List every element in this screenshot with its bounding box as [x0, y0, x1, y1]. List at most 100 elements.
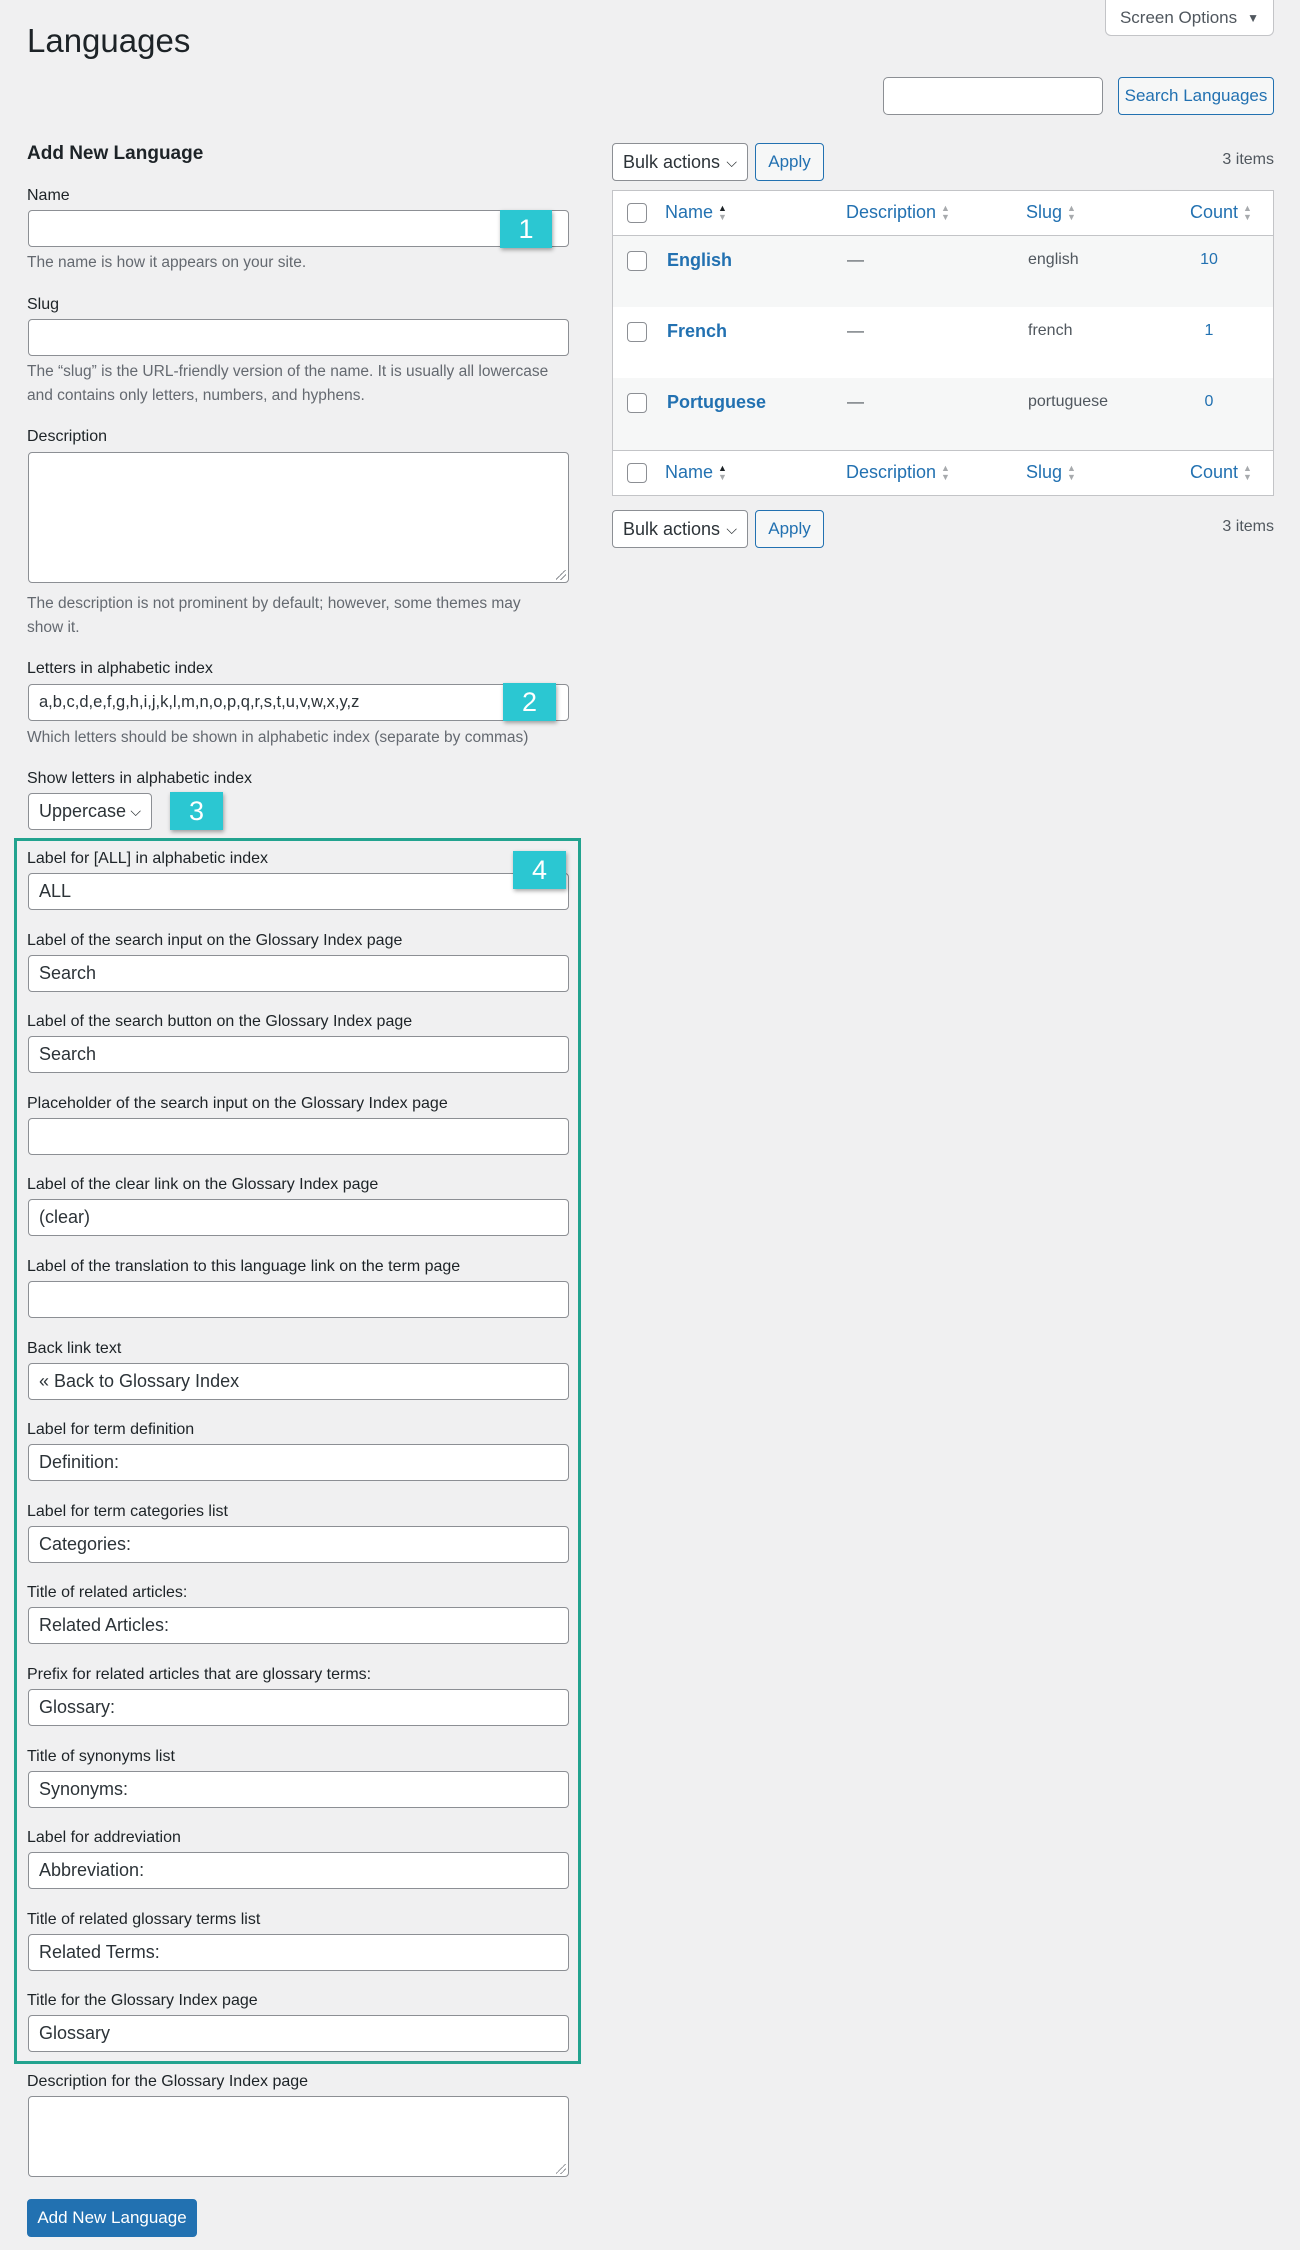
- name-hint: The name is how it appears on your site.: [27, 254, 307, 271]
- slug-hint-line-2: and contains only letters, numbers, and …: [27, 387, 365, 404]
- column-header-slug[interactable]: Slug ▲ ▼: [1026, 202, 1076, 223]
- callout-badge-2: 2: [503, 683, 556, 721]
- letters-label: Letters in alphabetic index: [27, 660, 213, 677]
- slug-field[interactable]: [28, 319, 569, 356]
- apply-button-bottom[interactable]: Apply: [755, 510, 824, 548]
- resize-handle-icon[interactable]: [556, 570, 566, 580]
- glossary-field-input[interactable]: Related Articles:: [28, 1607, 569, 1644]
- resize-handle-icon[interactable]: [556, 2164, 566, 2174]
- search-languages-button[interactable]: Search Languages: [1118, 77, 1274, 115]
- items-count-top: 3 items: [1222, 151, 1274, 168]
- glossary-field-input[interactable]: (clear): [28, 1199, 569, 1236]
- row-checkbox[interactable]: [627, 393, 647, 413]
- name-label: Name: [27, 187, 70, 204]
- form-heading: Add New Language: [27, 143, 204, 164]
- callout-badge-3: 3: [170, 792, 223, 830]
- language-description: —: [847, 392, 864, 411]
- language-slug: portuguese: [1028, 393, 1109, 410]
- glossary-field-input[interactable]: Categories:: [28, 1526, 569, 1563]
- show-letters-label: Show letters in alphabetic index: [27, 770, 253, 787]
- column-name-label: Name: [665, 202, 714, 222]
- glossary-field-label: Label for term categories list: [27, 1503, 228, 1520]
- glossary-field-label: Label of the translation to this languag…: [27, 1258, 461, 1275]
- slug-label: Slug: [27, 296, 60, 313]
- glossary-field-input[interactable]: Definition:: [28, 1444, 569, 1481]
- glossary-field-input[interactable]: « Back to Glossary Index: [28, 1363, 569, 1400]
- glossary-field-label: Label for term definition: [27, 1421, 195, 1438]
- chevron-down-icon: ⌵: [130, 803, 141, 819]
- glossary-field-input[interactable]: [28, 1281, 569, 1318]
- column-footer-name[interactable]: Name ▲ ▼: [665, 462, 727, 483]
- index-description-textarea[interactable]: [28, 2096, 569, 2177]
- table-header: Name ▲ ▼ Description ▲ ▼ Slug ▲ ▼ Count ▲ ▼: [613, 191, 1273, 236]
- description-label: Description: [27, 428, 108, 445]
- table-row: English — english 10: [613, 236, 1273, 307]
- glossary-field-label: Prefix for related articles that are glo…: [27, 1666, 372, 1683]
- glossary-field-input[interactable]: Abbreviation:: [28, 1852, 569, 1889]
- column-footer-slug[interactable]: Slug ▲ ▼: [1026, 462, 1076, 483]
- column-count-label: Count: [1190, 462, 1239, 482]
- language-description: —: [847, 321, 864, 340]
- language-count-link[interactable]: 10: [1173, 251, 1245, 269]
- glossary-field-label: Title of synonyms list: [27, 1748, 175, 1765]
- apply-button-top[interactable]: Apply: [755, 143, 824, 181]
- glossary-field-input[interactable]: Search: [28, 1036, 569, 1073]
- glossary-field-label: Placeholder of the search input on the G…: [27, 1095, 448, 1112]
- column-header-name[interactable]: Name ▲ ▼: [665, 202, 727, 223]
- show-letters-select[interactable]: Uppercase ⌵: [28, 793, 152, 830]
- column-footer-count[interactable]: Count ▲ ▼: [1190, 462, 1252, 483]
- column-header-count[interactable]: Count ▲ ▼: [1190, 202, 1252, 223]
- sort-asc-icon: ▲ ▼: [718, 462, 727, 482]
- screen-options-label: Screen Options: [1119, 7, 1238, 27]
- glossary-field-input[interactable]: Glossary: [28, 2015, 569, 2052]
- column-slug-label: Slug: [1026, 462, 1063, 482]
- row-checkbox[interactable]: [627, 322, 647, 342]
- language-name-link[interactable]: Portuguese: [667, 392, 766, 413]
- glossary-field-input[interactable]: Synonyms:: [28, 1771, 569, 1808]
- column-slug-label: Slug: [1026, 202, 1063, 222]
- bulk-actions-label: Bulk actions: [623, 518, 721, 539]
- glossary-field-label: Label of the search button on the Glossa…: [27, 1013, 413, 1030]
- column-header-description[interactable]: Description ▲ ▼: [846, 202, 950, 223]
- glossary-field-label: Back link text: [27, 1340, 122, 1357]
- search-input[interactable]: [883, 77, 1103, 115]
- sort-icon: ▲ ▼: [1067, 462, 1076, 482]
- column-name-label: Name: [665, 462, 714, 482]
- screen-options-button[interactable]: Screen Options ▼: [1105, 0, 1274, 36]
- sort-icon: ▲ ▼: [1243, 462, 1252, 482]
- show-letters-value: Uppercase: [39, 801, 127, 821]
- glossary-field-input[interactable]: Related Terms:: [28, 1934, 569, 1971]
- language-count-link[interactable]: 1: [1173, 322, 1245, 340]
- description-textarea[interactable]: [28, 452, 569, 583]
- glossary-field-input[interactable]: Search: [28, 955, 569, 992]
- glossary-field-input[interactable]: ALL: [28, 873, 569, 910]
- items-count-bottom: 3 items: [1222, 518, 1274, 535]
- row-checkbox[interactable]: [627, 251, 647, 271]
- bulk-actions-label: Bulk actions: [623, 151, 721, 172]
- column-footer-description[interactable]: Description ▲ ▼: [846, 462, 950, 483]
- language-name-link[interactable]: French: [667, 321, 727, 342]
- add-new-language-button[interactable]: Add New Language: [27, 2199, 197, 2237]
- language-slug: english: [1028, 251, 1079, 268]
- table-row: Portuguese — portuguese 0: [613, 378, 1273, 450]
- glossary-field-label: Label for addreviation: [27, 1829, 181, 1846]
- name-field[interactable]: [28, 210, 569, 247]
- description-hint-line-2: show it.: [27, 619, 80, 636]
- sort-icon: ▲ ▼: [941, 202, 950, 222]
- letters-field[interactable]: a,b,c,d,e,f,g,h,i,j,k,l,m,n,o,p,q,r,s,t,…: [28, 684, 569, 721]
- select-all-checkbox-footer[interactable]: [627, 463, 647, 483]
- language-count-link[interactable]: 0: [1173, 393, 1245, 411]
- bulk-actions-select-top[interactable]: Bulk actions ⌵: [612, 143, 748, 181]
- glossary-field-label: Label for [ALL] in alphabetic index: [27, 850, 269, 867]
- sort-icon: ▲ ▼: [941, 462, 950, 482]
- description-hint: The description is not prominent by defa…: [27, 592, 572, 640]
- glossary-field-input[interactable]: Glossary:: [28, 1689, 569, 1726]
- bulk-actions-select-bottom[interactable]: Bulk actions ⌵: [612, 510, 748, 548]
- glossary-field-label: Label of the search input on the Glossar…: [27, 932, 403, 949]
- select-all-checkbox[interactable]: [627, 203, 647, 223]
- slug-hint-line-1: The “slug” is the URL-friendly version o…: [27, 363, 549, 380]
- language-name-link[interactable]: English: [667, 250, 732, 271]
- glossary-field-input[interactable]: [28, 1118, 569, 1155]
- callout-badge-4: 4: [513, 851, 566, 889]
- glossary-field-label: Label of the clear link on the Glossary …: [27, 1176, 379, 1193]
